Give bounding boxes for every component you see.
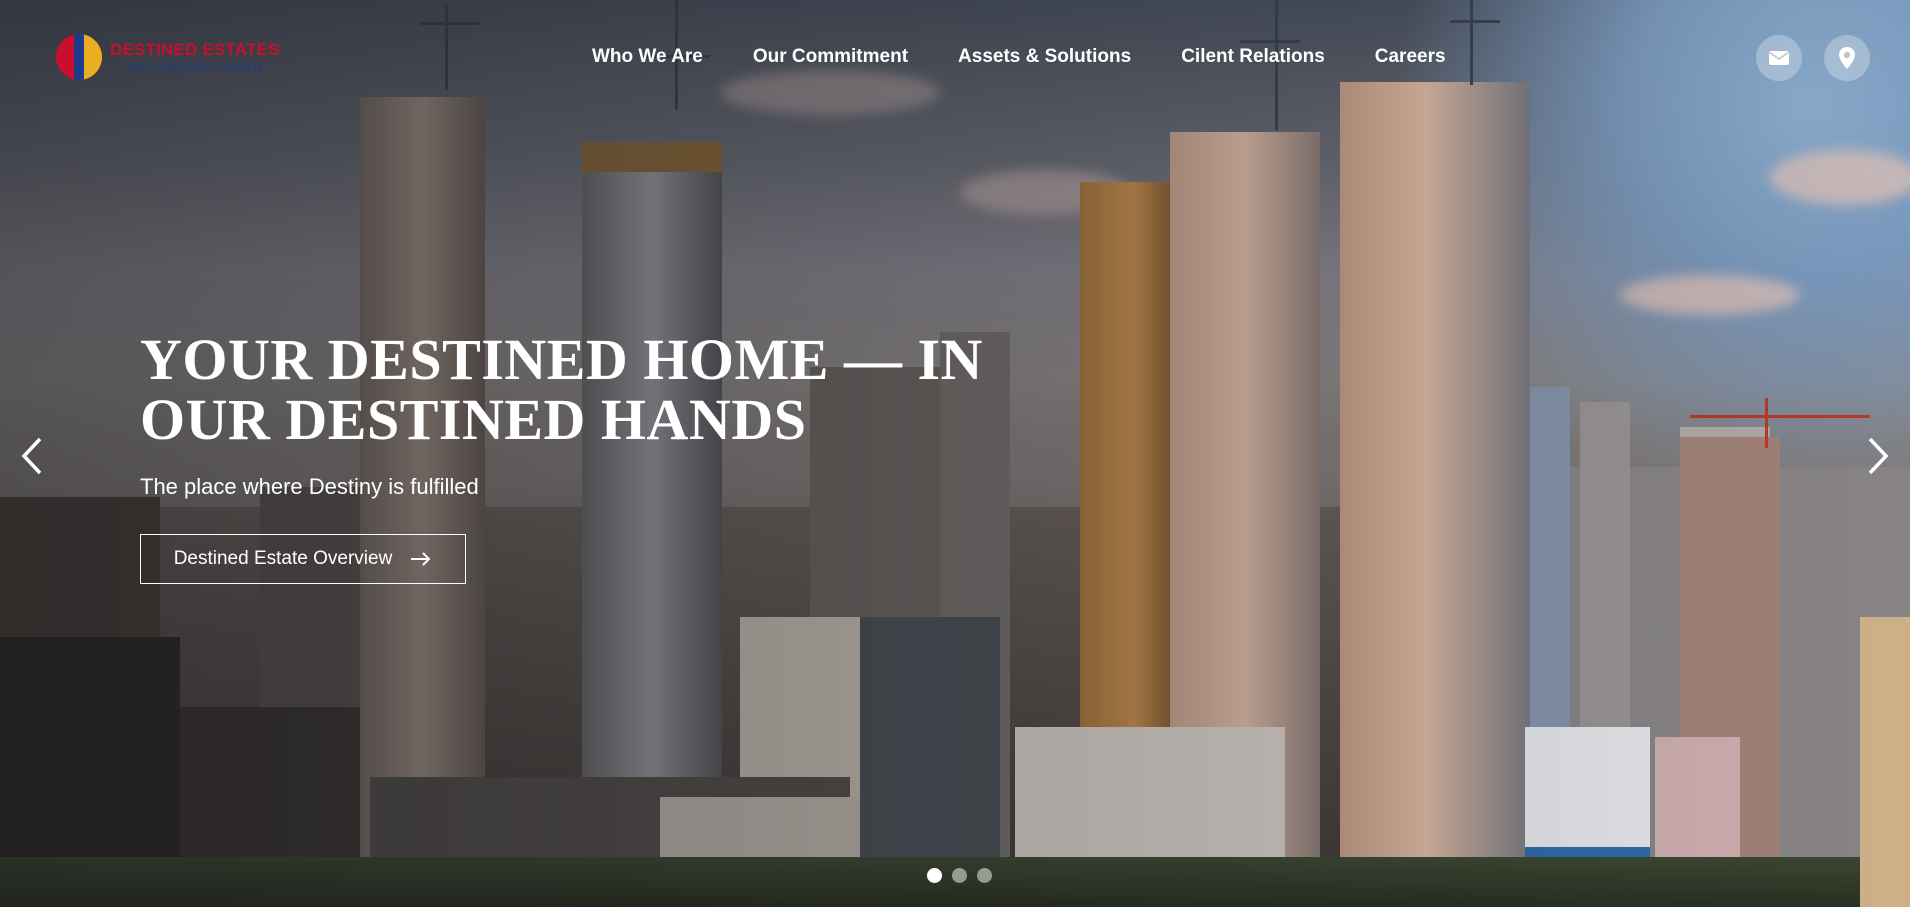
hero-subline: The place where Destiny is fulfilled [140,474,479,499]
nav-assets-solutions[interactable]: Assets & Solutions [958,46,1131,68]
nav-who-we-are[interactable]: Who We Are [592,46,703,68]
hero-headline: YOUR DESTINED HOME — IN OUR DESTINED HAN… [140,327,983,452]
chevron-left-icon [21,437,42,475]
carousel-next-button[interactable] [1858,436,1898,476]
main-nav: Who We Are Our Commitment Assets & Solut… [592,46,1446,68]
hero-overlay [0,0,1910,907]
carousel-prev-button[interactable] [12,436,52,476]
brand-logo[interactable]: DESTINED ESTATES (OPC) PRIVATE LIMITED [56,34,280,80]
location-button[interactable] [1824,35,1870,81]
carousel-dot-2[interactable] [952,868,967,883]
location-pin-icon [1839,47,1855,69]
nav-careers[interactable]: Careers [1375,46,1446,68]
logo-emblem-icon [56,34,102,80]
nav-client-relations[interactable]: Cilent Relations [1181,46,1325,68]
brand-subtitle: (OPC) PRIVATE LIMITED [127,60,263,74]
chevron-right-icon [1868,437,1889,475]
nav-our-commitment[interactable]: Our Commitment [753,46,908,68]
carousel-indicators [927,868,992,883]
carousel-dot-1[interactable] [927,868,942,883]
carousel-dot-3[interactable] [977,868,992,883]
overview-button-label: Destined Estate Overview [173,548,393,569]
mail-button[interactable] [1756,35,1802,81]
brand-name: DESTINED ESTATES [110,40,280,59]
overview-button[interactable]: Destined Estate Overview [140,534,466,584]
arrow-right-icon [411,552,431,566]
header-icons [1756,35,1870,81]
mail-icon [1768,51,1790,65]
